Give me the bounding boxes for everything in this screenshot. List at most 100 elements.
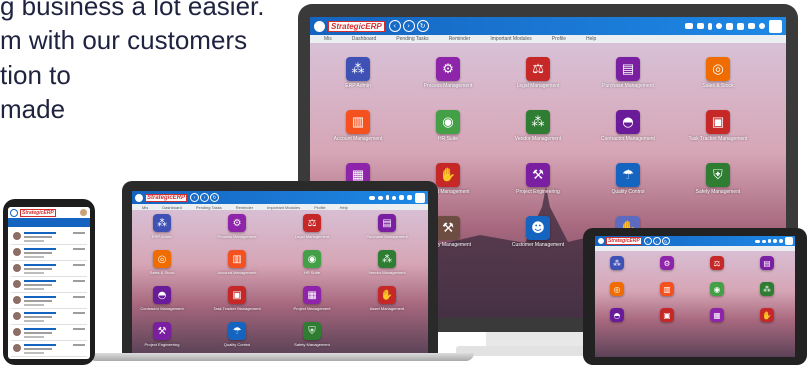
- users-module-tile[interactable]: ◉: [436, 110, 460, 134]
- list-item[interactable]: [11, 309, 87, 325]
- gear-module-tile[interactable]: ⚙: [660, 256, 674, 270]
- gavel-module-tile[interactable]: ⚖: [526, 57, 550, 81]
- clipboard-icon: ▣: [711, 114, 725, 130]
- phone-avatar[interactable]: [79, 208, 88, 217]
- user-icon: ☻: [531, 220, 545, 236]
- list-item[interactable]: [11, 341, 87, 357]
- laptop-menu-reminder[interactable]: Reminder: [236, 205, 253, 210]
- laptop-logo[interactable]: StrategicERP: [134, 192, 188, 203]
- users-module-tile[interactable]: ◉: [710, 282, 724, 296]
- gear-module-tile[interactable]: ⚙: [436, 57, 460, 81]
- module-label: Legal Management: [516, 83, 560, 89]
- laptop-menu-dashboard[interactable]: Dashboard: [162, 205, 182, 210]
- handshake-module-tile[interactable]: ✋: [760, 308, 774, 322]
- module-label: Task Tracker Management: [688, 136, 748, 142]
- clipboard-icon: ▣: [663, 310, 671, 320]
- gavel-module-tile[interactable]: ⚖: [710, 256, 724, 270]
- users-module-tile[interactable]: ◉: [303, 250, 321, 268]
- network-module-tile[interactable]: ⁂: [526, 110, 550, 134]
- document-module-tile[interactable]: ▤: [378, 214, 396, 232]
- umbrella-module-tile[interactable]: ☂: [616, 163, 640, 187]
- handshake-module-tile[interactable]: ✋: [436, 163, 460, 187]
- network-icon: ⁂: [531, 114, 545, 130]
- module-label: Safety Management: [294, 342, 330, 347]
- list-item[interactable]: [11, 293, 87, 309]
- building-module-tile[interactable]: ▦: [303, 286, 321, 304]
- bar-chart-module-tile[interactable]: ▥: [228, 250, 246, 268]
- module-label: Purchase Management: [602, 83, 654, 89]
- list-item[interactable]: [11, 325, 87, 341]
- gear-icon: ⚙: [663, 258, 671, 268]
- crane-module-tile[interactable]: ⚒: [153, 322, 171, 340]
- tools-module-tile[interactable]: ⚒: [436, 216, 460, 240]
- marketing-line-2: m with our customers: [0, 25, 248, 55]
- coins-module-tile[interactable]: ◎: [153, 250, 171, 268]
- crane-icon: ⚒: [532, 167, 544, 183]
- umbrella-module-tile[interactable]: ☂: [228, 322, 246, 340]
- laptop-toolbar-icons[interactable]: [369, 192, 425, 203]
- list-item[interactable]: [11, 261, 87, 277]
- users-icon: ◉: [713, 284, 721, 294]
- gear-module-tile[interactable]: ⚙: [228, 214, 246, 232]
- laptop-menu-profile[interactable]: Profile: [314, 205, 325, 210]
- module-label: Vendor Management: [368, 270, 406, 275]
- laptop-forward-icon[interactable]: ›: [200, 193, 210, 202]
- document-module-tile[interactable]: ▤: [760, 256, 774, 270]
- laptop-menu-important[interactable]: Important Modules: [267, 205, 300, 210]
- tablet-back-icon[interactable]: ‹: [643, 237, 652, 245]
- shield-module-tile[interactable]: ⛨: [706, 163, 730, 187]
- hierarchy-module-tile[interactable]: ⁂: [153, 214, 171, 232]
- gavel-module-tile[interactable]: ⚖: [303, 214, 321, 232]
- bar-chart-module-tile[interactable]: ▥: [660, 282, 674, 296]
- tablet-logo[interactable]: StrategicERP: [597, 237, 642, 245]
- tablet-refresh-icon[interactable]: ↻: [661, 237, 670, 245]
- gavel-icon: ⚖: [713, 258, 721, 268]
- hierarchy-module-tile[interactable]: ⁂: [610, 256, 624, 270]
- bar-chart-icon: ▥: [663, 284, 671, 294]
- building-icon: ▦: [307, 289, 317, 301]
- clipboard-module-tile[interactable]: ▣: [660, 308, 674, 322]
- network-module-tile[interactable]: ⁂: [378, 250, 396, 268]
- coins-module-tile[interactable]: ◎: [610, 282, 624, 296]
- laptop-refresh-icon[interactable]: ↻: [210, 193, 220, 202]
- module-label: Process Management: [217, 234, 257, 239]
- list-item[interactable]: [11, 229, 87, 245]
- helmet-module-tile[interactable]: ◓: [153, 286, 171, 304]
- hierarchy-module-tile[interactable]: ⁂: [346, 57, 370, 81]
- clipboard-module-tile[interactable]: ▣: [228, 286, 246, 304]
- building-module-tile[interactable]: ▦: [710, 308, 724, 322]
- list-item[interactable]: [11, 245, 87, 261]
- handshake-module-tile[interactable]: ✋: [378, 286, 396, 304]
- bar-chart-module-tile[interactable]: ▥: [346, 110, 370, 134]
- laptop-menu-help[interactable]: Help: [340, 205, 348, 210]
- umbrella-icon: ☂: [622, 167, 634, 183]
- clipboard-module-tile[interactable]: ▣: [706, 110, 730, 134]
- tablet: StrategicERP ‹ › ↻ ⁂ ⚙ ⚖ ▤ ◎ ▥ ◉ ⁂ ◓ ▣ ▦ ✋: [583, 228, 807, 365]
- laptop-base: [88, 353, 474, 361]
- module-label: HR Suite: [303, 270, 320, 275]
- list-item[interactable]: [11, 277, 87, 293]
- shield-module-tile[interactable]: ⛨: [303, 322, 321, 340]
- module-label: Legal Management: [294, 234, 330, 239]
- helmet-module-tile[interactable]: ◓: [616, 110, 640, 134]
- coins-module-tile[interactable]: ◎: [706, 57, 730, 81]
- module-label: ERP Admin: [151, 234, 173, 239]
- tablet-logo-text: StrategicERP: [606, 237, 642, 245]
- tools-icon: ⚒: [442, 220, 454, 236]
- coins-icon: ◎: [157, 253, 167, 265]
- user-module-tile[interactable]: ☻: [526, 216, 550, 240]
- helmet-module-tile[interactable]: ◓: [610, 308, 624, 322]
- crane-module-tile[interactable]: ⚒: [526, 163, 550, 187]
- document-icon: ▤: [621, 61, 635, 77]
- tablet-forward-icon[interactable]: ›: [652, 237, 661, 245]
- tablet-screen: StrategicERP ‹ › ↻ ⁂ ⚙ ⚖ ▤ ◎ ▥ ◉ ⁂ ◓ ▣ ▦ ✋: [595, 236, 795, 357]
- laptop-menu-mis[interactable]: Mis: [142, 205, 148, 210]
- document-module-tile[interactable]: ▤: [616, 57, 640, 81]
- laptop-back-icon[interactable]: ‹: [190, 193, 200, 202]
- tablet-toolbar-icons[interactable]: [755, 237, 793, 245]
- phone: StrategicERP Pending Tasks: [3, 199, 95, 365]
- crane-icon: ⚒: [157, 325, 167, 337]
- network-module-tile[interactable]: ⁂: [760, 282, 774, 296]
- phone-logo-text[interactable]: StrategicERP: [20, 208, 56, 217]
- laptop-menu-pending[interactable]: Pending Tasks: [196, 205, 222, 210]
